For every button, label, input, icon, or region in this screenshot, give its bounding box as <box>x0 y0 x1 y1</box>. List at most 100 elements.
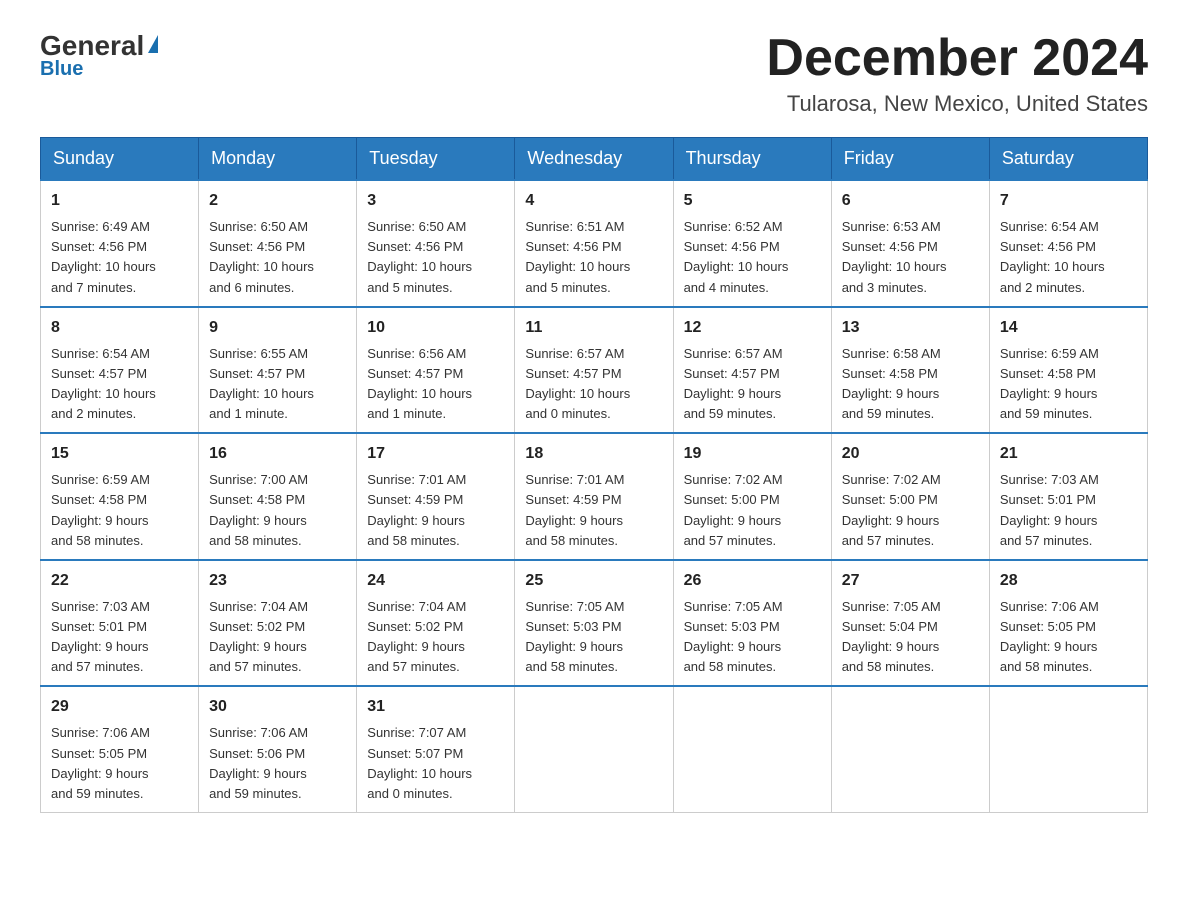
calendar-header-monday: Monday <box>199 138 357 181</box>
calendar-cell: 18 Sunrise: 7:01 AM Sunset: 4:59 PM Dayli… <box>515 433 673 560</box>
day-info: Sunrise: 6:54 AM Sunset: 4:57 PM Dayligh… <box>51 344 188 425</box>
calendar-cell: 26Sunrise: 7:05 AM Sunset: 5:03 PM Dayli… <box>673 560 831 687</box>
day-number: 1 <box>51 189 188 213</box>
week-row-1: 1 Sunrise: 6:49 AM Sunset: 4:56 PM Daylig… <box>41 180 1148 307</box>
day-number: 27 <box>842 569 979 593</box>
day-number: 15 <box>51 442 188 466</box>
calendar-cell: 20Sunrise: 7:02 AM Sunset: 5:00 PM Dayli… <box>831 433 989 560</box>
day-info: Sunrise: 6:58 AM Sunset: 4:58 PM Dayligh… <box>842 344 979 425</box>
calendar-header-row: SundayMondayTuesdayWednesdayThursdayFrid… <box>41 138 1148 181</box>
day-number: 17 <box>367 442 504 466</box>
day-info: Sunrise: 6:57 AM Sunset: 4:57 PM Dayligh… <box>684 344 821 425</box>
day-number: 5 <box>684 189 821 213</box>
day-info: Sunrise: 7:03 AM Sunset: 5:01 PM Dayligh… <box>1000 470 1137 551</box>
calendar-cell <box>989 686 1147 812</box>
day-info: Sunrise: 7:00 AM Sunset: 4:58 PM Dayligh… <box>209 470 346 551</box>
calendar-header-saturday: Saturday <box>989 138 1147 181</box>
day-number: 13 <box>842 316 979 340</box>
calendar-cell: 11 Sunrise: 6:57 AM Sunset: 4:57 PM Dayli… <box>515 307 673 434</box>
day-number: 2 <box>209 189 346 213</box>
day-info: Sunrise: 6:52 AM Sunset: 4:56 PM Dayligh… <box>684 217 821 298</box>
day-number: 18 <box>525 442 662 466</box>
calendar-cell: 12 Sunrise: 6:57 AM Sunset: 4:57 PM Dayli… <box>673 307 831 434</box>
day-number: 20 <box>842 442 979 466</box>
day-info: Sunrise: 7:06 AM Sunset: 5:05 PM Dayligh… <box>51 723 188 804</box>
day-info: Sunrise: 6:54 AM Sunset: 4:56 PM Dayligh… <box>1000 217 1137 298</box>
day-number: 19 <box>684 442 821 466</box>
calendar-header-sunday: Sunday <box>41 138 199 181</box>
calendar-cell: 16 Sunrise: 7:00 AM Sunset: 4:58 PM Dayli… <box>199 433 357 560</box>
calendar-cell: 3 Sunrise: 6:50 AM Sunset: 4:56 PM Daylig… <box>357 180 515 307</box>
day-info: Sunrise: 6:49 AM Sunset: 4:56 PM Dayligh… <box>51 217 188 298</box>
day-number: 8 <box>51 316 188 340</box>
day-number: 11 <box>525 316 662 340</box>
calendar-cell: 27 Sunrise: 7:05 AM Sunset: 5:04 PM Dayli… <box>831 560 989 687</box>
day-info: Sunrise: 6:56 AM Sunset: 4:57 PM Dayligh… <box>367 344 504 425</box>
calendar-cell <box>831 686 989 812</box>
calendar-cell: 22 Sunrise: 7:03 AM Sunset: 5:01 PM Dayli… <box>41 560 199 687</box>
logo: General Blue <box>40 30 158 81</box>
calendar-cell: 10 Sunrise: 6:56 AM Sunset: 4:57 PM Dayli… <box>357 307 515 434</box>
day-info: Sunrise: 6:51 AM Sunset: 4:56 PM Dayligh… <box>525 217 662 298</box>
calendar-cell: 17 Sunrise: 7:01 AM Sunset: 4:59 PM Dayli… <box>357 433 515 560</box>
day-number: 24 <box>367 569 504 593</box>
day-info: Sunrise: 7:04 AM Sunset: 5:02 PM Dayligh… <box>209 597 346 678</box>
day-info: Sunrise: 6:59 AM Sunset: 4:58 PM Dayligh… <box>51 470 188 551</box>
calendar-header-friday: Friday <box>831 138 989 181</box>
day-info: Sunrise: 7:05 AM Sunset: 5:04 PM Dayligh… <box>842 597 979 678</box>
logo-blue-text: Blue <box>40 58 83 81</box>
calendar-cell: 21Sunrise: 7:03 AM Sunset: 5:01 PM Dayli… <box>989 433 1147 560</box>
page-subtitle: Tularosa, New Mexico, United States <box>766 91 1148 117</box>
week-row-2: 8 Sunrise: 6:54 AM Sunset: 4:57 PM Daylig… <box>41 307 1148 434</box>
calendar-cell: 30Sunrise: 7:06 AM Sunset: 5:06 PM Dayli… <box>199 686 357 812</box>
day-info: Sunrise: 7:03 AM Sunset: 5:01 PM Dayligh… <box>51 597 188 678</box>
day-info: Sunrise: 7:07 AM Sunset: 5:07 PM Dayligh… <box>367 723 504 804</box>
day-info: Sunrise: 7:04 AM Sunset: 5:02 PM Dayligh… <box>367 597 504 678</box>
calendar-cell: 14Sunrise: 6:59 AM Sunset: 4:58 PM Dayli… <box>989 307 1147 434</box>
day-info: Sunrise: 7:01 AM Sunset: 4:59 PM Dayligh… <box>367 470 504 551</box>
day-number: 29 <box>51 695 188 719</box>
calendar-cell: 6 Sunrise: 6:53 AM Sunset: 4:56 PM Daylig… <box>831 180 989 307</box>
day-info: Sunrise: 7:06 AM Sunset: 5:05 PM Dayligh… <box>1000 597 1137 678</box>
calendar-cell: 23Sunrise: 7:04 AM Sunset: 5:02 PM Dayli… <box>199 560 357 687</box>
day-number: 25 <box>525 569 662 593</box>
logo-triangle-icon <box>148 35 158 53</box>
page-header: General Blue December 2024 Tularosa, New… <box>40 30 1148 117</box>
day-number: 7 <box>1000 189 1137 213</box>
calendar-cell: 7 Sunrise: 6:54 AM Sunset: 4:56 PM Daylig… <box>989 180 1147 307</box>
calendar-cell: 25 Sunrise: 7:05 AM Sunset: 5:03 PM Dayli… <box>515 560 673 687</box>
calendar-cell: 24 Sunrise: 7:04 AM Sunset: 5:02 PM Dayli… <box>357 560 515 687</box>
day-info: Sunrise: 7:05 AM Sunset: 5:03 PM Dayligh… <box>525 597 662 678</box>
day-number: 9 <box>209 316 346 340</box>
day-number: 10 <box>367 316 504 340</box>
day-number: 6 <box>842 189 979 213</box>
calendar-cell: 19 Sunrise: 7:02 AM Sunset: 5:00 PM Dayli… <box>673 433 831 560</box>
calendar-header-wednesday: Wednesday <box>515 138 673 181</box>
day-info: Sunrise: 7:02 AM Sunset: 5:00 PM Dayligh… <box>684 470 821 551</box>
calendar-table: SundayMondayTuesdayWednesdayThursdayFrid… <box>40 137 1148 813</box>
day-number: 3 <box>367 189 504 213</box>
day-info: Sunrise: 7:01 AM Sunset: 4:59 PM Dayligh… <box>525 470 662 551</box>
calendar-cell: 15 Sunrise: 6:59 AM Sunset: 4:58 PM Dayli… <box>41 433 199 560</box>
calendar-cell: 2 Sunrise: 6:50 AM Sunset: 4:56 PM Daylig… <box>199 180 357 307</box>
week-row-4: 22 Sunrise: 7:03 AM Sunset: 5:01 PM Dayli… <box>41 560 1148 687</box>
day-info: Sunrise: 6:59 AM Sunset: 4:58 PM Dayligh… <box>1000 344 1137 425</box>
day-number: 30 <box>209 695 346 719</box>
day-info: Sunrise: 6:57 AM Sunset: 4:57 PM Dayligh… <box>525 344 662 425</box>
day-number: 16 <box>209 442 346 466</box>
day-number: 12 <box>684 316 821 340</box>
day-number: 22 <box>51 569 188 593</box>
day-info: Sunrise: 6:50 AM Sunset: 4:56 PM Dayligh… <box>367 217 504 298</box>
calendar-cell: 8 Sunrise: 6:54 AM Sunset: 4:57 PM Daylig… <box>41 307 199 434</box>
day-info: Sunrise: 6:53 AM Sunset: 4:56 PM Dayligh… <box>842 217 979 298</box>
week-row-5: 29 Sunrise: 7:06 AM Sunset: 5:05 PM Dayli… <box>41 686 1148 812</box>
week-row-3: 15 Sunrise: 6:59 AM Sunset: 4:58 PM Dayli… <box>41 433 1148 560</box>
calendar-header-tuesday: Tuesday <box>357 138 515 181</box>
day-number: 28 <box>1000 569 1137 593</box>
day-info: Sunrise: 6:50 AM Sunset: 4:56 PM Dayligh… <box>209 217 346 298</box>
calendar-cell: 4Sunrise: 6:51 AM Sunset: 4:56 PM Daylig… <box>515 180 673 307</box>
calendar-cell: 29 Sunrise: 7:06 AM Sunset: 5:05 PM Dayli… <box>41 686 199 812</box>
calendar-header-thursday: Thursday <box>673 138 831 181</box>
title-block: December 2024 Tularosa, New Mexico, Unit… <box>766 30 1148 117</box>
calendar-cell: 13 Sunrise: 6:58 AM Sunset: 4:58 PM Dayli… <box>831 307 989 434</box>
